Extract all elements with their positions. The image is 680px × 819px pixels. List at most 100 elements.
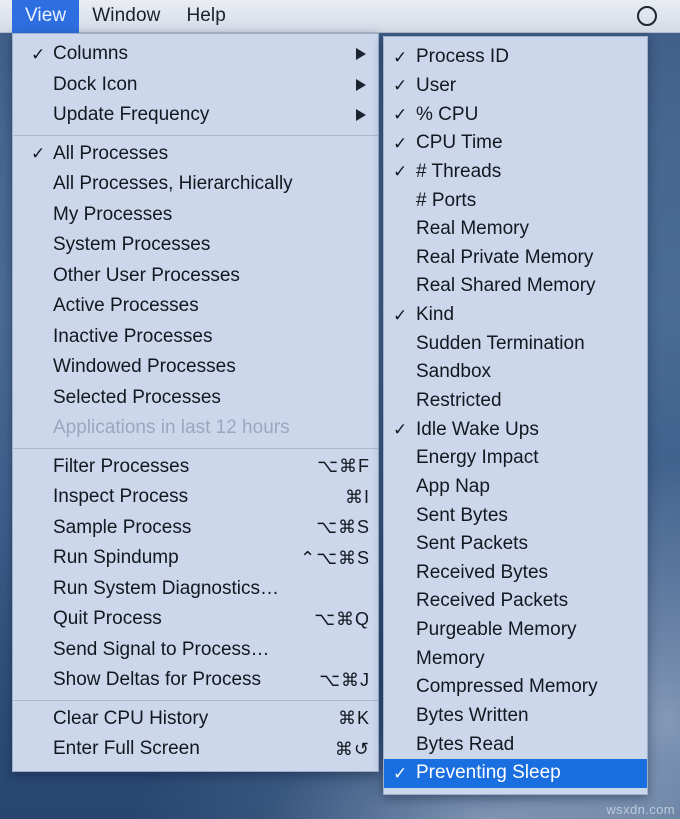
menu-bar-items: View Window Help — [0, 0, 239, 33]
columns-item-real-memory[interactable]: Real Memory — [384, 215, 647, 244]
view-menu-item-inspect-process-shortcut: ⌘I — [344, 486, 370, 507]
columns-item-sudden-termination-label: Sudden Termination — [416, 332, 585, 354]
columns-item-energy-impact[interactable]: Energy Impact — [384, 444, 647, 473]
view-menu: ✓ Columns Dock Icon Update Frequency ✓ All Pr… — [12, 33, 379, 772]
columns-item-sent-bytes-label: Sent Bytes — [416, 504, 508, 526]
view-menu-item-inactive-processes-label: Inactive Processes — [53, 325, 213, 347]
view-menu-item-run-system-diagnostics[interactable]: Run System Diagnostics… — [13, 574, 378, 605]
menu-bar-item-view[interactable]: View — [12, 0, 80, 33]
view-menu-item-show-deltas-for-process-label: Show Deltas for Process — [53, 669, 262, 691]
columns-item-app-nap-label: App Nap — [416, 475, 490, 497]
columns-item-idle-wake-ups[interactable]: ✓ Idle Wake Ups — [384, 415, 647, 444]
view-menu-item-active-processes[interactable]: Active Processes — [13, 291, 378, 322]
columns-item-compressed-memory[interactable]: Compressed Memory — [384, 673, 647, 702]
view-menu-item-columns[interactable]: ✓ Columns — [13, 39, 378, 70]
columns-item-preventing-sleep[interactable]: ✓ Preventing Sleep — [384, 759, 647, 788]
columns-item-app-nap[interactable]: App Nap — [384, 473, 647, 502]
columns-item-memory[interactable]: Memory — [384, 644, 647, 673]
columns-item-preventing-sleep-label: Preventing Sleep — [416, 762, 561, 784]
columns-item-cpu[interactable]: ✓ % CPU — [384, 100, 647, 129]
checkmark-icon: ✓ — [31, 44, 46, 64]
checkmark-icon: ✓ — [393, 76, 408, 96]
checkmark-icon: ✓ — [393, 105, 408, 125]
view-menu-item-update-frequency-label: Update Frequency — [53, 104, 210, 126]
columns-item-memory-label: Memory — [416, 647, 485, 669]
columns-item-real-shared-memory[interactable]: Real Shared Memory — [384, 272, 647, 301]
columns-item-received-bytes-label: Received Bytes — [416, 561, 549, 583]
columns-item-process-id-label: Process ID — [416, 46, 509, 68]
view-menu-item-enter-full-screen-shortcut: ⌘↺ — [334, 738, 370, 759]
view-menu-item-clear-cpu-history[interactable]: Clear CPU History ⌘K — [13, 704, 378, 735]
view-menu-item-sample-process[interactable]: Sample Process ⌥⌘S — [13, 513, 378, 544]
view-menu-item-filter-processes[interactable]: Filter Processes ⌥⌘F — [13, 452, 378, 483]
checkmark-icon: ✓ — [31, 144, 46, 164]
view-menu-item-selected-processes-label: Selected Processes — [53, 386, 221, 408]
menu-separator — [13, 447, 378, 449]
columns-item-process-id[interactable]: ✓ Process ID — [384, 43, 647, 72]
view-menu-item-windowed-processes[interactable]: Windowed Processes — [13, 352, 378, 383]
checkmark-icon: ✓ — [393, 47, 408, 67]
view-menu-item-dock-icon[interactable]: Dock Icon — [13, 70, 378, 101]
columns-item-user[interactable]: ✓ User — [384, 72, 647, 101]
columns-item-sent-packets-label: Sent Packets — [416, 533, 528, 555]
menu-separator — [13, 134, 378, 136]
view-menu-item-other-user-processes[interactable]: Other User Processes — [13, 261, 378, 292]
columns-item-bytes-read-label: Bytes Read — [416, 733, 515, 755]
view-menu-item-send-signal-to-process[interactable]: Send Signal to Process… — [13, 635, 378, 666]
view-menu-item-applications-in-last-12-hours: Applications in last 12 hours — [13, 413, 378, 444]
view-menu-item-my-processes[interactable]: My Processes — [13, 200, 378, 231]
view-menu-item-quit-process[interactable]: Quit Process ⌥⌘Q — [13, 604, 378, 635]
view-menu-item-send-signal-to-process-label: Send Signal to Process… — [53, 638, 270, 660]
view-menu-item-system-processes-label: System Processes — [53, 234, 211, 256]
columns-item-ports[interactable]: # Ports — [384, 186, 647, 215]
columns-item-kind[interactable]: ✓ Kind — [384, 301, 647, 330]
columns-item-sent-bytes[interactable]: Sent Bytes — [384, 501, 647, 530]
view-menu-item-my-processes-label: My Processes — [53, 203, 173, 225]
view-menu-item-clear-cpu-history-shortcut: ⌘K — [337, 708, 370, 729]
columns-item-received-packets-label: Received Packets — [416, 590, 569, 612]
view-menu-item-run-spindump-label: Run Spindump — [53, 547, 179, 569]
columns-item-sandbox[interactable]: Sandbox — [384, 358, 647, 387]
columns-item-received-packets[interactable]: Received Packets — [384, 587, 647, 616]
columns-item-restricted[interactable]: Restricted — [384, 387, 647, 416]
columns-item-real-private-memory[interactable]: Real Private Memory — [384, 243, 647, 272]
view-menu-item-run-spindump[interactable]: Run Spindump ⌃⌥⌘S — [13, 543, 378, 574]
view-menu-item-run-spindump-shortcut: ⌃⌥⌘S — [300, 547, 370, 568]
columns-item-cpu-time[interactable]: ✓ CPU Time — [384, 129, 647, 158]
menu-separator — [13, 699, 378, 701]
view-menu-item-update-frequency[interactable]: Update Frequency — [13, 100, 378, 131]
view-menu-item-show-deltas-for-process[interactable]: Show Deltas for Process ⌥⌘J — [13, 665, 378, 696]
columns-item-restricted-label: Restricted — [416, 390, 502, 411]
view-menu-item-inspect-process[interactable]: Inspect Process ⌘I — [13, 482, 378, 513]
menu-bar-item-window[interactable]: Window — [79, 0, 173, 33]
view-menu-item-inactive-processes[interactable]: Inactive Processes — [13, 322, 378, 353]
view-menu-item-all-processes[interactable]: ✓ All Processes — [13, 139, 378, 170]
columns-item-bytes-written[interactable]: Bytes Written — [384, 702, 647, 731]
columns-item-cpu-time-label: CPU Time — [416, 132, 503, 154]
menu-bar-item-help[interactable]: Help — [173, 0, 238, 33]
checkmark-icon: ✓ — [393, 133, 408, 153]
view-menu-item-clear-cpu-history-label: Clear CPU History — [53, 707, 209, 729]
view-menu-item-show-deltas-for-process-shortcut: ⌥⌘J — [319, 669, 370, 690]
view-menu-item-windowed-processes-label: Windowed Processes — [53, 356, 236, 378]
columns-item-sandbox-label: Sandbox — [416, 361, 492, 383]
columns-item-sudden-termination[interactable]: Sudden Termination — [384, 329, 647, 358]
view-menu-item-applications-in-last-12-hours-label: Applications in last 12 hours — [53, 417, 290, 439]
view-menu-item-filter-processes-shortcut: ⌥⌘F — [317, 456, 370, 477]
siri-circle-icon[interactable] — [637, 6, 657, 26]
columns-item-ports-label: # Ports — [416, 189, 477, 211]
columns-item-purgeable-memory[interactable]: Purgeable Memory — [384, 616, 647, 645]
view-menu-item-enter-full-screen[interactable]: Enter Full Screen ⌘↺ — [13, 734, 378, 765]
view-menu-item-selected-processes[interactable]: Selected Processes — [13, 383, 378, 414]
columns-item-received-bytes[interactable]: Received Bytes — [384, 559, 647, 588]
columns-item-energy-impact-label: Energy Impact — [416, 447, 539, 469]
submenu-arrow-icon — [356, 109, 366, 122]
columns-item-bytes-read[interactable]: Bytes Read — [384, 730, 647, 759]
view-menu-item-all-processes-hierarchically[interactable]: All Processes, Hierarchically — [13, 169, 378, 200]
view-menu-item-system-processes[interactable]: System Processes — [13, 230, 378, 261]
columns-item-threads-label: # Threads — [416, 160, 502, 182]
columns-item-threads[interactable]: ✓ # Threads — [384, 158, 647, 187]
view-menu-item-quit-process-label: Quit Process — [53, 608, 162, 630]
columns-item-sent-packets[interactable]: Sent Packets — [384, 530, 647, 559]
view-menu-item-run-system-diagnostics-label: Run System Diagnostics… — [53, 577, 279, 599]
